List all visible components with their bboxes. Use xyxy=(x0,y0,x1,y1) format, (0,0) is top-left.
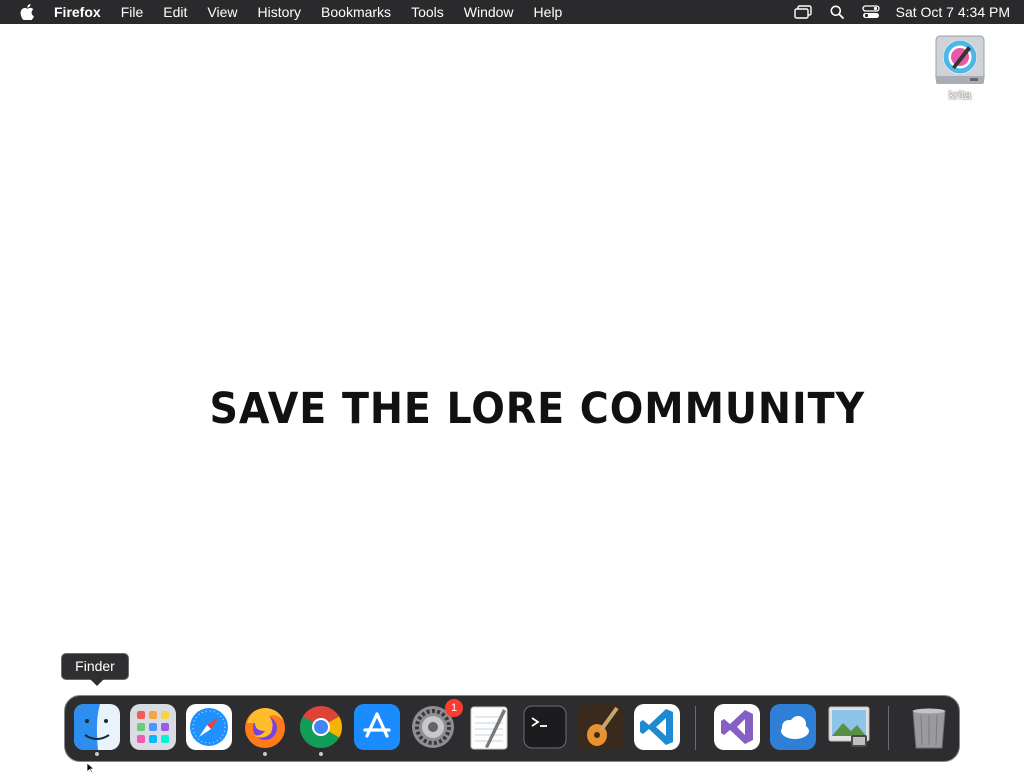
dock-separator xyxy=(695,706,696,750)
dock-visual-studio[interactable] xyxy=(713,703,761,751)
dock-safari[interactable] xyxy=(185,703,233,751)
dock-separator xyxy=(888,706,889,750)
search-icon[interactable] xyxy=(826,0,848,24)
finder-icon xyxy=(74,704,120,750)
vscode-icon xyxy=(634,704,680,750)
menu-tools[interactable]: Tools xyxy=(401,0,454,24)
menu-file[interactable]: File xyxy=(111,0,154,24)
dock-app-store[interactable] xyxy=(353,703,401,751)
launchpad-icon xyxy=(130,704,176,750)
dock-tooltip: Finder xyxy=(61,653,129,686)
dock-preview[interactable] xyxy=(825,703,873,751)
desktop-icon-krita[interactable]: krita xyxy=(920,32,1000,102)
dock-garageband[interactable] xyxy=(577,703,625,751)
dock-vscode[interactable] xyxy=(633,703,681,751)
running-indicator xyxy=(263,752,267,756)
textedit-icon xyxy=(470,706,508,750)
notification-badge: 1 xyxy=(445,699,463,717)
wallpaper-text-content: SAVE THE LORE COMMUNITY xyxy=(209,384,865,434)
screen-mirroring-icon[interactable] xyxy=(792,0,814,24)
menu-history[interactable]: History xyxy=(247,0,311,24)
menu-edit[interactable]: Edit xyxy=(153,0,197,24)
preview-icon xyxy=(828,706,870,747)
chrome-icon xyxy=(299,706,343,749)
menu-view[interactable]: View xyxy=(197,0,247,24)
running-indicator xyxy=(319,752,323,756)
krita-disk-icon xyxy=(930,32,990,94)
dock-textedit[interactable] xyxy=(465,703,513,751)
trash-icon xyxy=(912,708,946,749)
menu-app-name[interactable]: Firefox xyxy=(44,0,111,24)
dock-trash[interactable] xyxy=(905,703,953,751)
status-area: Sat Oct 7 4:34 PM xyxy=(780,0,1024,24)
garageband-icon xyxy=(578,704,624,750)
dock-terminal[interactable] xyxy=(521,703,569,751)
app-store-icon xyxy=(354,704,400,750)
dock-chrome[interactable] xyxy=(297,703,345,756)
dock-system-settings[interactable]: 1 xyxy=(409,699,463,751)
dock-finder[interactable] xyxy=(73,703,121,756)
menu-bar: Firefox File Edit View History Bookmarks… xyxy=(0,0,1024,24)
running-indicator xyxy=(95,752,99,756)
visual-studio-icon xyxy=(714,704,760,750)
menu-clock[interactable]: Sat Oct 7 4:34 PM xyxy=(896,4,1010,20)
menu-bookmarks[interactable]: Bookmarks xyxy=(311,0,401,24)
safari-icon xyxy=(186,704,232,750)
menu-window[interactable]: Window xyxy=(454,0,524,24)
dock-weather[interactable] xyxy=(769,703,817,751)
dock-launchpad[interactable] xyxy=(129,703,177,751)
dock-firefox[interactable] xyxy=(241,703,289,756)
dock: 1 xyxy=(64,695,960,762)
control-center-icon[interactable] xyxy=(860,0,882,24)
firefox-icon xyxy=(245,708,285,748)
weather-icon xyxy=(770,704,816,750)
wallpaper-text: SAVE THE LORE COMMUNITY xyxy=(0,384,1024,434)
menu-help[interactable]: Help xyxy=(524,0,573,24)
apple-menu-icon[interactable] xyxy=(16,0,38,24)
mouse-cursor xyxy=(86,760,96,774)
terminal-icon xyxy=(523,705,567,749)
